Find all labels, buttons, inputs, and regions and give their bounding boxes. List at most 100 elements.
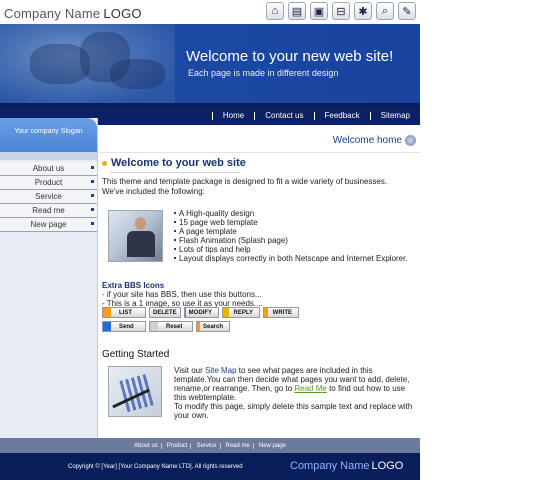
sidebar: Your company Slogan About us Product Ser… <box>0 118 98 438</box>
company-slogan: Your company Slogan <box>0 118 97 152</box>
nav-contact-us[interactable]: Contact us <box>254 112 313 120</box>
bbs-title: Extra BBS Icons <box>102 281 165 290</box>
write-icon <box>264 308 268 317</box>
feature-list: A High-quality design 15 page web templa… <box>174 209 414 263</box>
read-me-link[interactable]: Read Me <box>294 384 326 393</box>
page-title-text: Welcome to your web site <box>111 157 246 169</box>
reply-icon <box>223 308 229 317</box>
list-item: A page template <box>174 227 414 236</box>
footer: Copyright © [Year] [Your Company Name LT… <box>0 453 420 480</box>
sidebar-item-product[interactable]: Product <box>0 176 97 190</box>
home-icon[interactable]: ⌂ <box>266 2 284 20</box>
globe-icon <box>405 135 416 146</box>
bullet-icon <box>91 222 94 225</box>
button-label: Reset <box>166 323 183 330</box>
footer-link-about-us[interactable]: About us <box>131 442 162 449</box>
businessman-photo <box>108 210 163 262</box>
toolbar-icons: ⌂ ▤ ▣ ⊟ ✱ ⌕ ✎ <box>266 2 416 20</box>
slogan-divider <box>0 152 97 160</box>
sidebar-item-label: Read me <box>32 206 65 215</box>
sidebar-item-read-me[interactable]: Read me <box>0 204 97 218</box>
bullet-icon <box>102 160 107 166</box>
intro-text: This theme and template package is desig… <box>102 177 388 196</box>
list-item: Layout displays correctly in both Netsca… <box>174 254 414 263</box>
sidebar-item-label: About us <box>32 164 65 173</box>
list-item: Flash Animation (Splash page) <box>174 236 414 245</box>
title-underline <box>110 172 240 173</box>
footer-link-read-me[interactable]: Read me <box>223 442 254 449</box>
edit-icon[interactable]: ✎ <box>398 2 416 20</box>
hero-banner: Welcome to your new web site! Each page … <box>0 24 420 103</box>
reset-button[interactable]: Reset <box>149 321 193 332</box>
bullet-icon <box>91 180 94 183</box>
delete-button[interactable]: DELETE <box>149 307 181 318</box>
banner-title: Welcome to your new web site! <box>186 48 394 65</box>
list-item: 15 page web template <box>174 218 414 227</box>
bbs-button-row-1: LIST DELETE MODIFY REPLY WRITE <box>102 307 299 318</box>
getting-started-text: Visit our Site Map to see what pages are… <box>174 366 414 420</box>
sidebar-item-label: Service <box>35 192 62 201</box>
welcome-home-label: Welcome home <box>332 135 402 146</box>
list-button[interactable]: LIST <box>102 307 146 318</box>
search-button[interactable]: Search <box>196 321 230 332</box>
footer-link-service[interactable]: Service <box>193 442 221 449</box>
button-label: Search <box>202 323 223 330</box>
text-fragment: To modify this page, simply delete this … <box>174 402 413 420</box>
document-icon[interactable]: ▣ <box>310 2 328 20</box>
list-icon <box>103 308 111 317</box>
getting-started-heading: Getting Started <box>102 349 170 360</box>
modify-button[interactable]: MODIFY <box>184 307 219 318</box>
tools-icon[interactable]: ✱ <box>354 2 372 20</box>
reset-icon <box>150 322 158 331</box>
welcome-home-link[interactable]: Welcome home <box>333 135 416 146</box>
bullet-icon <box>91 194 94 197</box>
top-bar: Company Name LOGO ⌂ ▤ ▣ ⊟ ✱ ⌕ ✎ <box>0 0 550 24</box>
text-fragment: Visit our <box>174 366 205 375</box>
button-label: REPLY <box>233 309 253 316</box>
company-logo[interactable]: Company Name LOGO <box>4 6 142 21</box>
write-button[interactable]: WRITE <box>263 307 299 318</box>
sidebar-item-label: New page <box>30 220 67 229</box>
send-button[interactable]: Send <box>102 321 146 332</box>
bullet-icon <box>91 208 94 211</box>
footer-company-name: Company Name <box>290 460 370 472</box>
folder-icon[interactable]: ▤ <box>288 2 306 20</box>
bullet-icon <box>91 166 94 169</box>
main-content: Welcome home Welcome to your web site Th… <box>98 125 420 438</box>
reply-button[interactable]: REPLY <box>222 307 260 318</box>
company-name: Company Name <box>4 6 101 21</box>
nav-home[interactable]: Home <box>211 112 254 120</box>
cart-icon[interactable]: ⊟ <box>332 2 350 20</box>
nav-sitemap[interactable]: Sitemap <box>369 112 420 120</box>
button-label: WRITE <box>272 309 292 316</box>
modify-icon <box>185 308 186 317</box>
nav-feedback[interactable]: Feedback <box>313 112 370 120</box>
bbs-button-row-2: Send Reset Search <box>102 321 230 332</box>
footer-nav: About us Product Service Read me New pag… <box>0 438 420 453</box>
search-icon[interactable]: ⌕ <box>376 2 394 20</box>
page-title: Welcome to your web site <box>102 157 246 169</box>
divider <box>98 152 420 153</box>
banner-subtitle: Each page is made in different design <box>188 68 339 78</box>
button-label: LIST <box>119 309 132 316</box>
bbs-note-1: - if your site has BBS, then use this bu… <box>102 290 262 299</box>
site-map-link[interactable]: Site Map <box>205 366 237 375</box>
banner-hands-image <box>0 24 175 103</box>
button-label: MODIFY <box>188 309 212 316</box>
list-item: Lots of tips and help <box>174 245 414 254</box>
sidebar-menu: About us Product Service Read me New pag… <box>0 162 97 232</box>
sidebar-item-label: Product <box>34 178 63 187</box>
sidebar-item-about-us[interactable]: About us <box>0 162 97 176</box>
logo-word: LOGO <box>103 6 142 21</box>
sidebar-item-new-page[interactable]: New page <box>0 218 97 232</box>
main-nav: Home Contact us Feedback Sitemap <box>98 107 420 125</box>
footer-logo-word: LOGO <box>371 460 404 472</box>
sidebar-item-service[interactable]: Service <box>0 190 97 204</box>
button-label: Send <box>119 323 134 330</box>
chart-pen-photo <box>108 366 162 417</box>
send-icon <box>103 322 111 331</box>
footer-logo: Company Name LOGO <box>290 460 403 472</box>
list-item: A High-quality design <box>174 209 414 218</box>
footer-link-new-page[interactable]: New page <box>256 443 289 449</box>
footer-link-product[interactable]: Product <box>164 442 192 449</box>
